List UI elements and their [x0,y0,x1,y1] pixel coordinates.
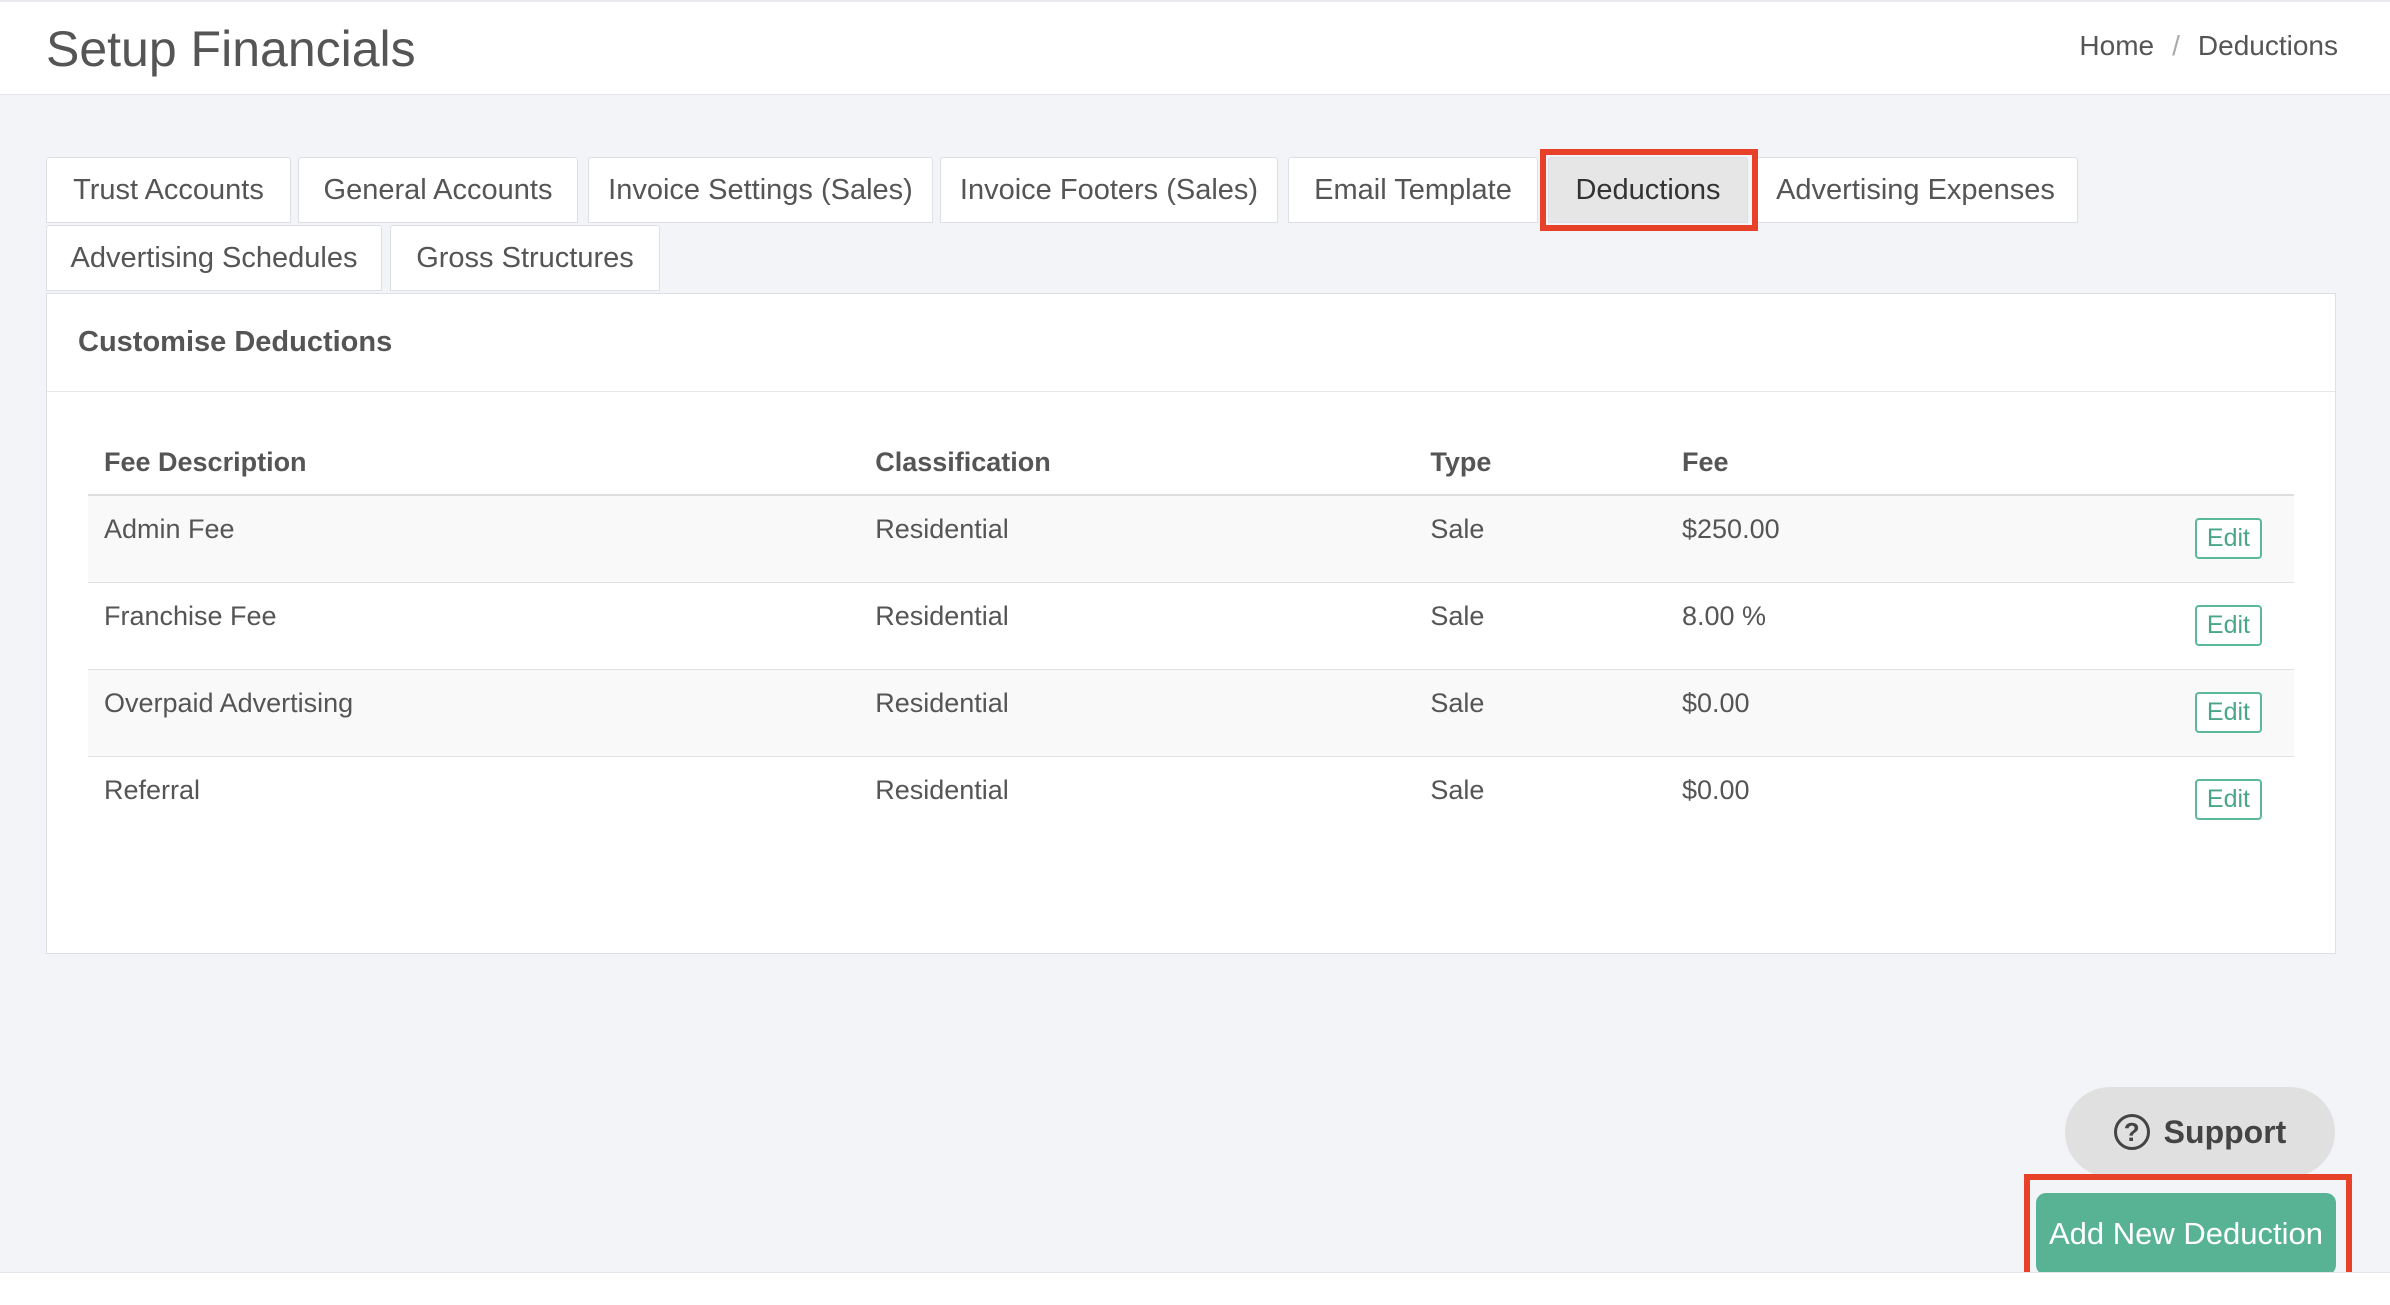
bottom-strip [0,1272,2390,1305]
cell-actions: Edit [2178,582,2294,670]
cell-classification: Residential [859,495,1415,583]
edit-button[interactable]: Edit [2194,691,2262,733]
table-row: Referral Residential Sale $0.00 Edit [88,756,2294,843]
cell-fee: $0.00 [1682,774,1750,805]
cell-fee: $0.00 [1666,669,2179,757]
breadcrumb-home-link[interactable]: Home [2079,30,2154,62]
breadcrumb: Home / Deductions [2079,30,2338,62]
tab-invoice-settings[interactable]: Invoice Settings (Sales) [588,157,933,223]
edit-button[interactable]: Edit [2194,518,2262,559]
cell-actions: Edit [2179,756,2294,843]
panel-heading: Customise Deductions [47,294,2335,392]
support-label: Support [2163,1113,2287,1150]
column-header-classification: Classification [859,430,1415,496]
table-row: Admin Fee Residential Sale $250.00 Edit [88,495,2294,583]
cell-actions: Edit [2178,669,2294,757]
table-row: Overpaid Advertising Residential Sale $0… [88,669,2294,757]
edit-button[interactable]: Edit [2194,604,2262,646]
cell-actions: Edit [2178,495,2294,583]
breadcrumb-separator: / [2172,30,2180,61]
column-header-actions [2178,430,2294,496]
cell-classification: Residential [875,774,1009,805]
column-header-fee: Fee [1666,430,2179,496]
cell-fee-description: Franchise Fee [88,582,860,670]
cell-type: Sale [1414,582,1666,670]
cell-fee-description: Overpaid Advertising [88,669,860,757]
tab-advertising-schedules[interactable]: Advertising Schedules [46,225,382,291]
tab-trust-accounts[interactable]: Trust Accounts [46,157,291,223]
table-row: Franchise Fee Residential Sale 8.00 % Ed… [88,582,2294,670]
cell-classification: Residential [859,582,1415,670]
question-circle-icon: ? [2113,1114,2150,1150]
cell-fee-description: Referral [104,774,201,805]
cell-type: Sale [1430,774,1485,805]
add-new-deduction-button[interactable]: Add New Deduction [2036,1193,2336,1275]
column-header-type: Type [1414,430,1666,496]
page-header: Setup Financials Home / Deductions [0,0,2390,95]
table-header-row: Fee Description Classification Type Fee [88,430,2294,496]
cell-type: Sale [1414,495,1666,583]
deductions-table: Fee Description Classification Type Fee … [88,430,2294,843]
tab-advertising-expenses[interactable]: Advertising Expenses [1753,157,2078,223]
cell-type: Sale [1414,669,1666,757]
column-header-fee-description: Fee Description [88,430,860,496]
edit-button[interactable]: Edit [2194,778,2262,820]
cell-classification: Residential [859,669,1415,757]
cell-fee: $250.00 [1666,495,2179,583]
deductions-panel: Customise Deductions Fee Description Cla… [46,293,2336,954]
support-button[interactable]: ? Support [2065,1087,2335,1177]
tab-email-template[interactable]: Email Template [1288,157,1538,223]
tab-invoice-footers[interactable]: Invoice Footers (Sales) [940,157,1278,223]
tab-deductions[interactable]: Deductions [1548,157,1748,223]
page-title: Setup Financials [46,21,416,77]
tab-general-accounts[interactable]: General Accounts [298,157,578,223]
tab-gross-structures[interactable]: Gross Structures [390,225,660,291]
cell-fee: 8.00 % [1666,582,2179,670]
breadcrumb-current: Deductions [2197,30,2338,61]
cell-fee-description: Admin Fee [88,495,860,583]
